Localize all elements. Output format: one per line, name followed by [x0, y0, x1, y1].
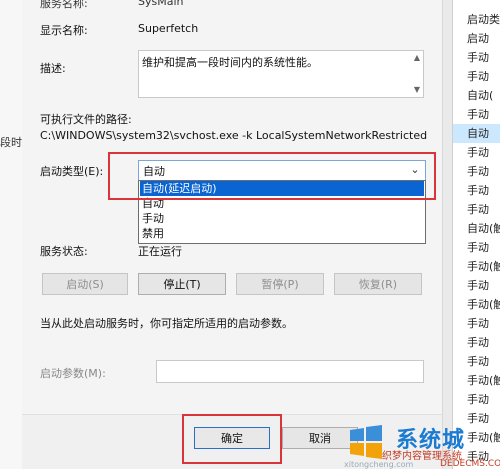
startup-type-label: 启动类型(E): — [40, 165, 104, 178]
list-item[interactable]: 手动 — [467, 67, 489, 86]
background-text-fragment: 段时 — [0, 136, 22, 149]
service-name-value: SysMain — [138, 0, 184, 8]
list-item[interactable]: 手动(触 — [467, 257, 500, 276]
exe-path-label: 可执行文件的路径: — [40, 113, 132, 126]
list-item[interactable]: 手动 — [467, 48, 489, 67]
watermark: 系统城 织梦内容管理系统 DEDECMS.COM xitongcheng.com — [344, 420, 500, 469]
description-text: 维护和提高一段时间内的系统性能。 — [142, 56, 318, 69]
service-status-label: 服务状态: — [40, 245, 88, 258]
list-item-selected[interactable]: 自动 — [453, 124, 500, 143]
list-item[interactable]: 手动 — [467, 200, 489, 219]
list-item[interactable]: 手动 — [467, 105, 489, 124]
watermark-line2: DEDECMS.COM — [440, 459, 500, 469]
highlight-frame-startup — [108, 152, 436, 200]
service-name-label: 服务名称: — [40, 0, 88, 10]
list-item[interactable]: 启动 — [467, 29, 489, 48]
start-button[interactable]: 启动(S) — [42, 273, 128, 295]
list-item[interactable]: 手动 — [467, 352, 489, 371]
list-item[interactable]: 启动类 — [467, 10, 500, 29]
start-params-label: 启动参数(M): — [40, 367, 106, 380]
windows-logo-icon — [350, 425, 382, 459]
list-item[interactable]: 手动 — [467, 276, 489, 295]
list-item[interactable]: 手动 — [467, 162, 489, 181]
background-window-left: 段时 — [0, 0, 23, 469]
list-item[interactable]: 手动 — [467, 314, 489, 333]
list-item[interactable]: 手动(触 — [467, 295, 500, 314]
background-service-list: 启动类 启动 手动 手动 自动( 手动 自动 手动 手动 手动 手动 自动(触 … — [452, 0, 500, 469]
start-params-hint: 当从此处启动服务时，你可指定所适用的启动参数。 — [40, 317, 293, 330]
list-item[interactable]: 手动(触 — [467, 371, 500, 390]
startup-option-manual[interactable]: 手动 — [140, 211, 424, 226]
list-item[interactable]: 手动 — [467, 181, 489, 200]
list-item[interactable]: 手动 — [467, 143, 489, 162]
highlight-frame-ok — [182, 414, 282, 464]
scroll-up-icon[interactable]: ▲ — [412, 53, 422, 63]
stop-button[interactable]: 停止(T) — [138, 273, 226, 295]
list-item[interactable]: 手动 — [467, 333, 489, 352]
pause-button[interactable]: 暂停(P) — [236, 273, 324, 295]
list-item[interactable]: 自动(触 — [467, 219, 500, 238]
description-box[interactable]: 维护和提高一段时间内的系统性能。 ▲ ▼ — [138, 50, 424, 98]
list-item[interactable]: 自动( — [467, 86, 493, 105]
start-params-input[interactable] — [156, 360, 424, 383]
display-name-label: 显示名称: — [40, 24, 88, 37]
display-name-value: Superfetch — [138, 22, 199, 35]
service-status-value: 正在运行 — [138, 245, 182, 258]
list-item[interactable]: 手动 — [467, 238, 489, 257]
watermark-line3: xitongcheng.com — [344, 460, 414, 469]
resume-button[interactable]: 恢复(R) — [334, 273, 422, 295]
description-label: 描述: — [40, 62, 66, 75]
startup-option-disabled[interactable]: 禁用 — [140, 226, 424, 241]
scroll-down-icon[interactable]: ▼ — [412, 85, 422, 95]
exe-path-value: C:\WINDOWS\system32\svchost.exe -k Local… — [40, 129, 428, 142]
list-item[interactable]: 手动 — [467, 390, 489, 409]
